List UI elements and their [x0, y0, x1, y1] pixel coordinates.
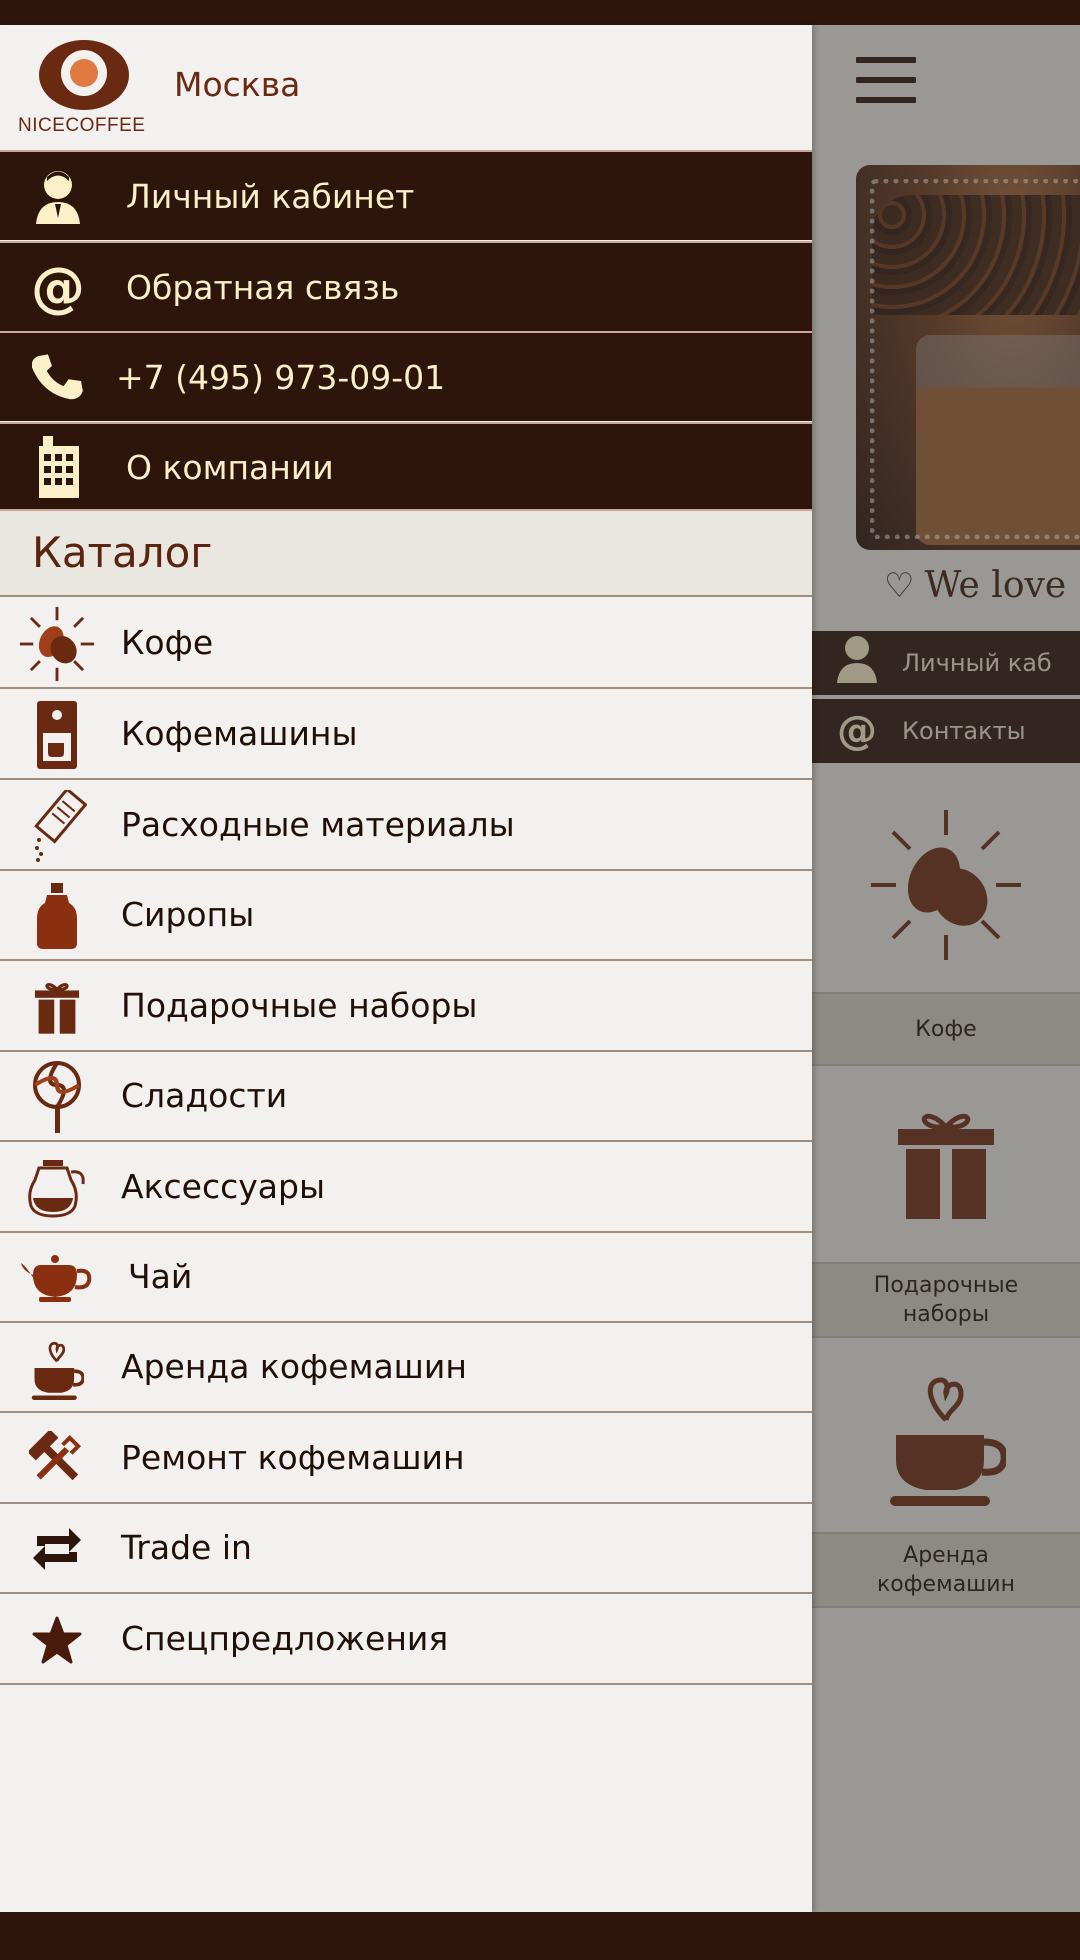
- tools-icon: [18, 1423, 96, 1495]
- catalog-item-supplies[interactable]: Расходные материалы: [0, 781, 812, 871]
- catalog-item-coffee[interactable]: Кофе: [0, 599, 812, 689]
- bg-tile-gifts-text-2: наборы: [902, 1302, 990, 1327]
- promo-banner[interactable]: [856, 165, 1080, 550]
- coffee-bean-icon: [18, 606, 96, 682]
- menu-about-company-label: О компании: [126, 447, 334, 487]
- at-icon: @: [31, 255, 85, 319]
- catalog-item-tea-label: Чай: [128, 1257, 193, 1296]
- catalog-item-syrups-label: Сиропы: [121, 895, 255, 934]
- star-icon: [18, 1604, 96, 1676]
- catalog-item-coffee-machines[interactable]: Кофемашины: [0, 690, 812, 780]
- at-icon: @: [837, 708, 877, 754]
- nicecoffee-logo-icon[interactable]: [39, 40, 129, 110]
- coffee-machine-icon: [18, 699, 96, 771]
- menu-phone[interactable]: +7 (495) 973-09-01: [0, 331, 812, 421]
- catalog-item-gift-sets-label: Подарочные наборы: [121, 986, 478, 1025]
- gift-icon: [18, 971, 96, 1043]
- heart-icon: ♡: [884, 566, 915, 606]
- catalog-item-accessories-label: Аксессуары: [121, 1167, 325, 1206]
- catalog-item-trade-in-label: Trade in: [121, 1528, 252, 1567]
- catalog-item-accessories[interactable]: Аксессуары: [0, 1143, 812, 1233]
- teapot-icon: [18, 1242, 96, 1314]
- navigation-drawer: NICECOFFEE Москва Личный кабинет @ Обрат…: [0, 25, 812, 1912]
- bg-tile-gifts-image[interactable]: [812, 1070, 1080, 1260]
- menu-feedback-label: Обратная связь: [126, 267, 400, 307]
- catalog-item-coffee-label: Кофе: [121, 623, 214, 662]
- phone-icon: [28, 347, 88, 407]
- catalog-item-machine-rental[interactable]: Аренда кофемашин: [0, 1323, 812, 1413]
- logo-text: NICECOFFEE: [18, 115, 146, 136]
- bg-tile-coffee-image[interactable]: [812, 780, 1080, 990]
- bg-tile-gifts-label[interactable]: Подарочные наборы: [812, 1262, 1080, 1338]
- catalog-item-sweets[interactable]: Сладости: [0, 1052, 812, 1142]
- catalog-item-special-offers[interactable]: Спецпредложения: [0, 1595, 812, 1685]
- bg-tile-coffee-text: Кофе: [915, 1016, 977, 1042]
- background-app: ♡ We love Личный каб @ Контакты Кофе Под…: [812, 25, 1080, 1912]
- catalog-item-tea[interactable]: Чай: [0, 1233, 812, 1323]
- hamburger-menu-button[interactable]: [856, 57, 916, 103]
- syrup-bottle-icon: [18, 880, 96, 952]
- status-bar: [0, 0, 1080, 25]
- sugar-pack-icon: [18, 790, 96, 862]
- bg-menu-contacts-label: Контакты: [902, 717, 1026, 745]
- catalog-title: Каталог: [32, 528, 213, 577]
- bg-menu-contacts[interactable]: @ Контакты: [812, 699, 1080, 763]
- catalog-item-gift-sets[interactable]: Подарочные наборы: [0, 962, 812, 1052]
- bg-menu-account[interactable]: Личный каб: [812, 631, 1080, 695]
- menu-personal-account[interactable]: Личный кабинет: [0, 150, 812, 240]
- bg-tile-rent-text-2: кофемашин: [877, 1572, 1015, 1597]
- slogan: ♡ We love: [884, 565, 1066, 606]
- bg-tile-rent-image[interactable]: [812, 1340, 1080, 1530]
- catalog-item-machine-repair-label: Ремонт кофемашин: [121, 1438, 465, 1477]
- coffee-cup-heart-icon: [890, 1377, 1006, 1506]
- system-nav-bar: [0, 1912, 1080, 1960]
- building-icon: [28, 436, 88, 498]
- catalog-item-syrups[interactable]: Сиропы: [0, 871, 812, 961]
- slogan-text: We love: [924, 565, 1067, 606]
- lollipop-icon: [18, 1061, 96, 1133]
- menu-phone-label: +7 (495) 973-09-01: [116, 357, 446, 397]
- bg-tile-coffee-label[interactable]: Кофе: [812, 992, 1080, 1066]
- menu-feedback[interactable]: @ Обратная связь: [0, 241, 812, 331]
- gift-icon: [898, 1113, 994, 1219]
- coffee-pot-icon: [18, 1152, 96, 1224]
- coffee-bean-icon: [871, 810, 1021, 960]
- promo-dotted-frame: [870, 179, 1080, 539]
- catalog-header: Каталог: [0, 509, 812, 597]
- bg-tile-rent-label[interactable]: Аренда кофемашин: [812, 1532, 1080, 1608]
- user-icon: [28, 166, 88, 226]
- exchange-icon: [18, 1513, 96, 1585]
- catalog-item-machine-repair[interactable]: Ремонт кофемашин: [0, 1414, 812, 1504]
- bg-tile-gifts-text-1: Подарочные: [873, 1273, 1019, 1298]
- catalog-item-supplies-label: Расходные материалы: [121, 805, 515, 844]
- catalog-item-coffee-machines-label: Кофемашины: [121, 714, 358, 753]
- bg-menu-account-label: Личный каб: [902, 649, 1052, 677]
- catalog-item-special-offers-label: Спецпредложения: [121, 1619, 449, 1658]
- catalog-item-machine-rental-label: Аренда кофемашин: [121, 1347, 467, 1386]
- user-icon: [812, 633, 902, 693]
- catalog-item-sweets-label: Сладости: [121, 1076, 288, 1115]
- city-selector[interactable]: Москва: [174, 65, 300, 104]
- drawer-header: NICECOFFEE Москва: [0, 25, 812, 150]
- menu-about-company[interactable]: О компании: [0, 422, 812, 510]
- catalog-item-trade-in[interactable]: Trade in: [0, 1504, 812, 1594]
- bg-tile-rent-text-1: Аренда: [903, 1543, 989, 1568]
- menu-personal-account-label: Личный кабинет: [126, 176, 415, 216]
- coffee-cup-heart-icon: [18, 1332, 96, 1404]
